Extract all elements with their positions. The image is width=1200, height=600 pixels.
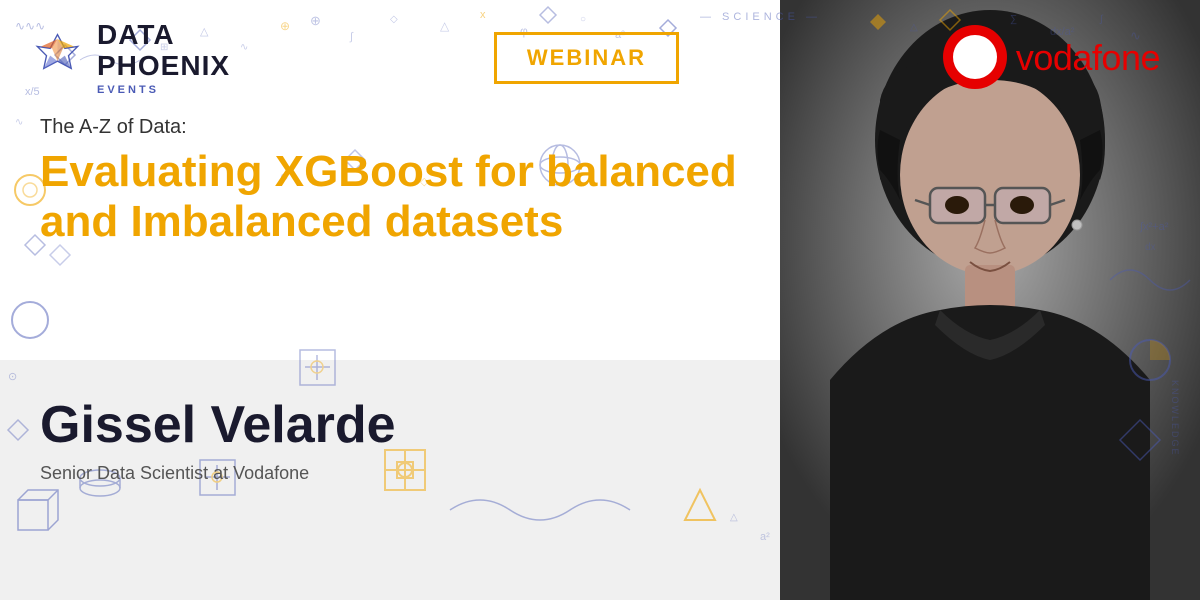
logo-icon (30, 30, 85, 85)
logo-area: DATA PHOENIX EVENTS (30, 20, 230, 96)
vodafone-icon (943, 25, 1008, 90)
main-title-line1: Evaluating XGBoost for balanced (40, 147, 737, 196)
logo-events-label: EVENTS (97, 84, 230, 96)
speaker-name: Gissel Velarde (40, 395, 1160, 455)
logo-data-label: DATA (97, 20, 230, 51)
speaker-title: Senior Data Scientist at Vodafone (40, 463, 1160, 484)
webinar-label: WEBINAR (527, 45, 646, 70)
logo-phoenix-label: PHOENIX (97, 51, 230, 82)
subtitle: The A-Z of Data: (40, 116, 1160, 139)
logo-text: DATA PHOENIX EVENTS (97, 20, 230, 96)
webinar-badge: WEBINAR (494, 32, 679, 84)
vodafone-name: vodafone (1016, 37, 1160, 79)
title-area: The A-Z of Data: Evaluating XGBoost for … (0, 106, 1200, 258)
main-title-line2: and Imbalanced datasets (40, 197, 563, 246)
page-container: ∿∿∿ x/5 ∿ — SCIENCE — ⊕ ∫ ◇ △ x φ ○ a² △… (0, 0, 1200, 600)
vodafone-logo: vodafone (943, 25, 1160, 90)
header: DATA PHOENIX EVENTS WEBINAR (0, 0, 1200, 106)
main-title: Evaluating XGBoost for balanced and Imba… (40, 147, 760, 248)
bottom-content: Gissel Velarde Senior Data Scientist at … (0, 360, 1200, 519)
